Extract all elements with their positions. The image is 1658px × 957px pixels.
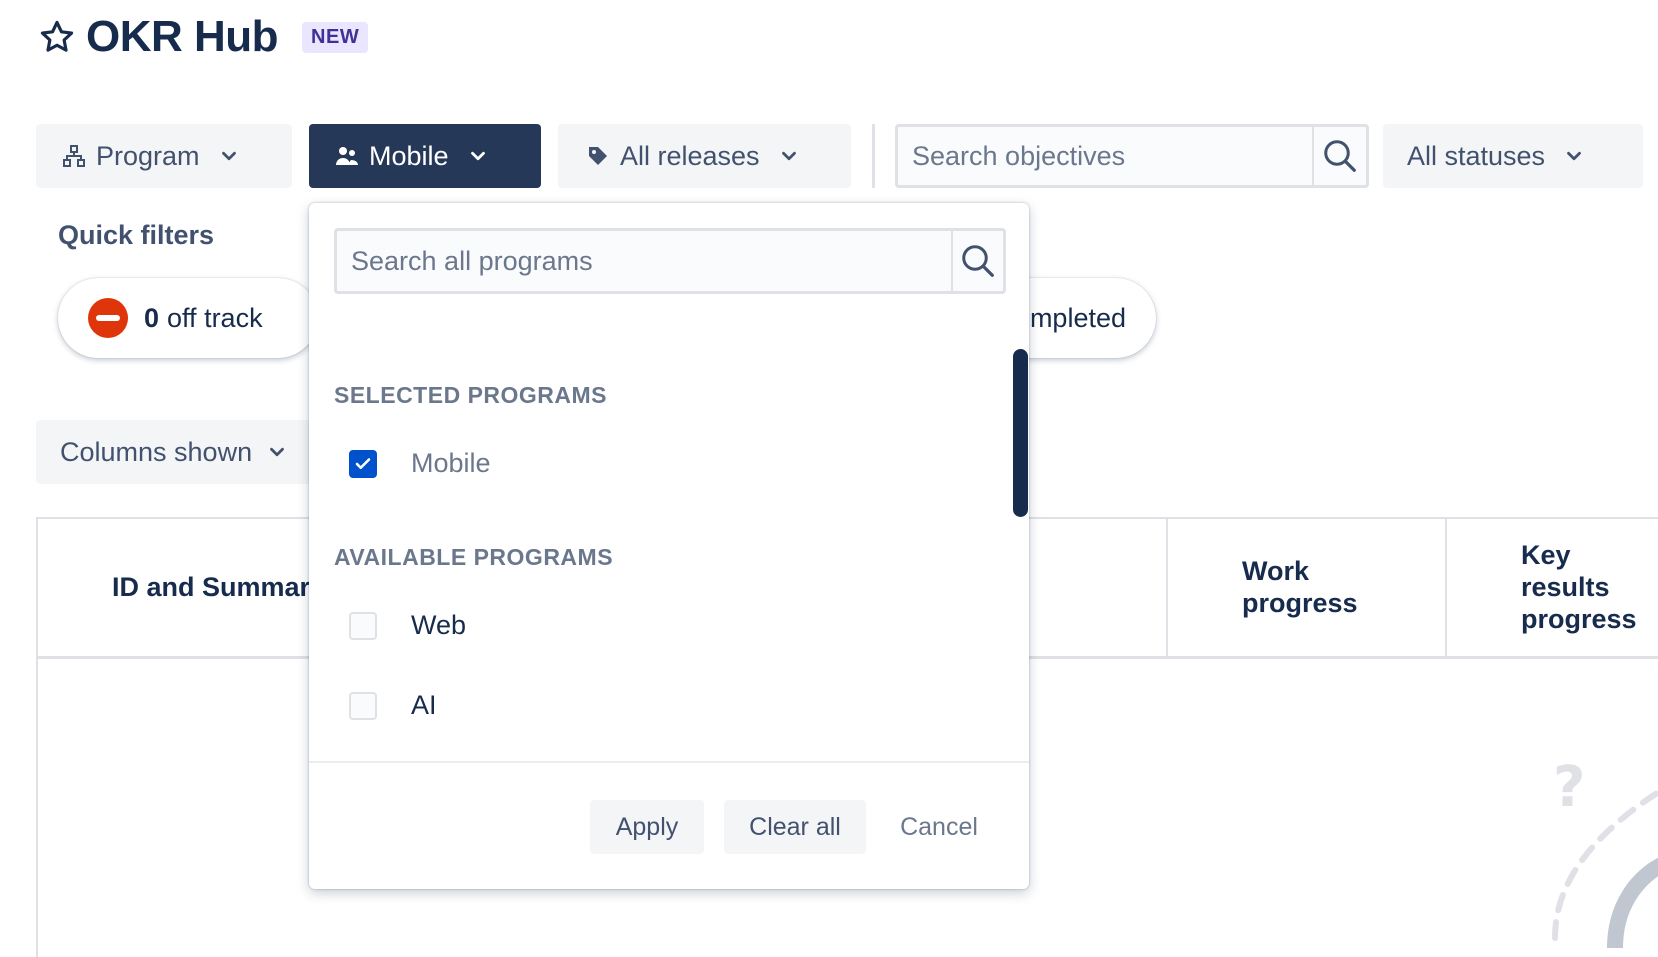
page-header: OKR Hub NEW — [38, 12, 369, 62]
chevron-down-icon — [781, 151, 796, 161]
checkbox-unchecked[interactable] — [349, 691, 377, 720]
search-programs-field[interactable] — [334, 228, 1006, 294]
columns-shown-button[interactable]: Columns shown — [36, 420, 326, 484]
program-option-label: Mobile — [411, 448, 491, 478]
column-divider — [1166, 519, 1168, 659]
dropdown-scrollbar[interactable] — [1013, 349, 1028, 517]
mobile-program-filter-button[interactable]: Mobile — [309, 124, 541, 188]
program-filter-label: Program — [96, 140, 200, 171]
kr-progress-line-3: progress — [1521, 604, 1637, 634]
program-option-web[interactable]: Web — [349, 610, 466, 641]
clear-all-button[interactable]: Clear all — [724, 800, 866, 854]
off-track-icon — [88, 298, 128, 338]
mobile-filter-label: Mobile — [369, 140, 449, 171]
status-filter-button[interactable]: All statuses — [1383, 124, 1643, 188]
off-track-count: 0 — [144, 302, 160, 333]
star-icon[interactable] — [38, 18, 76, 56]
kr-progress-line-1: Key — [1521, 540, 1571, 570]
search-icon — [962, 245, 994, 277]
people-icon — [336, 147, 358, 165]
column-divider — [1445, 519, 1447, 659]
kr-progress-line-2: results — [1521, 572, 1610, 602]
program-filter-button[interactable]: Program — [36, 124, 292, 188]
apply-button[interactable]: Apply — [590, 800, 704, 854]
releases-filter-label: All releases — [620, 140, 760, 171]
selected-programs-heading: SELECTED PROGRAMS — [334, 382, 608, 408]
program-option-mobile[interactable]: Mobile — [349, 448, 491, 479]
completed-label: mpleted — [1029, 302, 1126, 333]
program-option-ai[interactable]: AI — [349, 690, 437, 721]
chevron-down-icon — [270, 447, 284, 457]
svg-text:?: ? — [1553, 755, 1585, 820]
chevron-down-icon — [470, 151, 485, 161]
checkbox-unchecked[interactable] — [349, 611, 377, 640]
checkmark-icon — [355, 457, 371, 469]
new-badge: NEW — [302, 21, 369, 53]
program-dropdown: SELECTED PROGRAMS Mobile AVAILABLE PROGR… — [309, 203, 1029, 889]
columns-shown-label: Columns shown — [60, 436, 253, 467]
column-header-work-progress[interactable]: Work progress — [1242, 555, 1358, 619]
empty-state-illustration: ? — [1552, 755, 1658, 948]
work-progress-line-2: progress — [1242, 588, 1358, 618]
column-header-key-results-progress[interactable]: Key results progress — [1521, 539, 1637, 635]
search-objectives-button[interactable] — [1312, 127, 1366, 185]
status-filter-label: All statuses — [1407, 140, 1546, 171]
search-programs-input[interactable] — [337, 231, 937, 291]
search-objectives-field[interactable] — [895, 124, 1369, 188]
cancel-button[interactable]: Cancel — [879, 800, 999, 854]
column-header-id-summary[interactable]: ID and Summar — [112, 571, 310, 603]
releases-filter-button[interactable]: All releases — [558, 124, 851, 188]
chevron-down-icon — [221, 151, 236, 161]
toolbar-divider — [872, 124, 875, 188]
off-track-label: off track — [167, 302, 263, 333]
search-programs-button[interactable] — [951, 231, 1003, 291]
program-option-label: AI — [411, 690, 437, 720]
page-title: OKR Hub — [86, 12, 279, 61]
search-objectives-input[interactable] — [898, 128, 1298, 184]
off-track-quick-filter[interactable]: 0 off track — [58, 278, 318, 358]
quick-filters-label: Quick filters — [58, 220, 215, 250]
chevron-down-icon — [1567, 151, 1581, 161]
search-icon — [1324, 140, 1356, 172]
checkbox-checked[interactable] — [349, 449, 377, 478]
tag-icon — [589, 147, 607, 165]
available-programs-heading: AVAILABLE PROGRAMS — [334, 544, 614, 570]
program-option-label: Web — [411, 610, 467, 640]
dropdown-footer-divider — [309, 761, 1029, 763]
hierarchy-icon — [63, 145, 85, 167]
work-progress-line-1: Work — [1242, 556, 1310, 586]
